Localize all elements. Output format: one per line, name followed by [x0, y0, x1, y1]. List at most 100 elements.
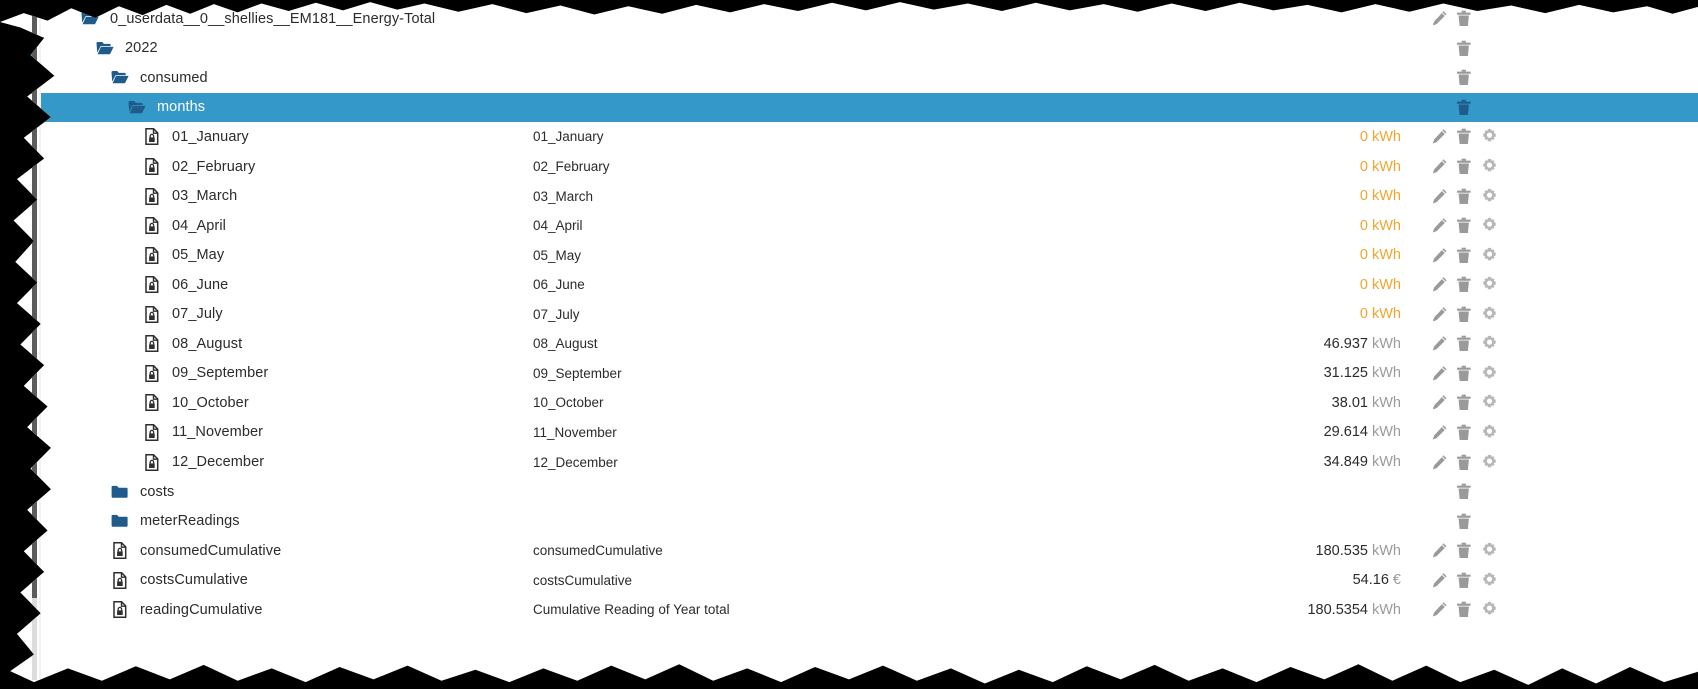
file-locked-icon: [141, 275, 163, 295]
trash-icon[interactable]: [1456, 247, 1473, 264]
tree-row-actions: [1431, 69, 1511, 86]
tree-row[interactable]: 12_December 12_December 34.849 kWh: [41, 447, 1698, 477]
gear-icon[interactable]: [1481, 572, 1498, 589]
tree-row[interactable]: costsCumulative costsCumulative 54.16 €: [41, 565, 1698, 595]
tree-row-description: 04_April: [533, 218, 583, 234]
trash-icon[interactable]: [1456, 158, 1473, 175]
tree-row-label: 2022: [125, 40, 158, 57]
pencil-icon[interactable]: [1431, 128, 1448, 145]
tree-row-name-cell: readingCumulative: [41, 600, 533, 620]
pencil-icon[interactable]: [1431, 424, 1448, 441]
tree-row[interactable]: readingCumulative Cumulative Reading of Y…: [41, 595, 1698, 625]
tree-row[interactable]: 02_February 02_February 0 kWh: [41, 152, 1698, 182]
trash-icon[interactable]: [1456, 454, 1473, 471]
tree-row-name-cell: 08_August: [41, 334, 533, 354]
tree-row[interactable]: 2022: [41, 34, 1698, 64]
tree-row[interactable]: 04_April 04_April 0 kWh: [41, 211, 1698, 241]
trash-icon[interactable]: [1456, 40, 1473, 57]
pencil-icon[interactable]: [1431, 601, 1448, 618]
tree-row-value: 0 kWh: [1141, 129, 1401, 145]
trash-icon[interactable]: [1456, 394, 1473, 411]
gear-icon[interactable]: [1481, 217, 1498, 234]
gear-icon[interactable]: [1481, 542, 1498, 559]
gear-icon[interactable]: [1481, 394, 1498, 411]
pencil-icon[interactable]: [1431, 188, 1448, 205]
tree-row[interactable]: 03_March 03_March 0 kWh: [41, 181, 1698, 211]
pencil-icon[interactable]: [1431, 572, 1448, 589]
tree-row-name-cell: 11_November: [41, 422, 533, 442]
tree-row-actions: [1431, 188, 1511, 205]
file-locked-icon: [141, 127, 163, 147]
pencil-icon[interactable]: [1431, 542, 1448, 559]
trash-icon[interactable]: [1456, 69, 1473, 86]
tree-row-label: months: [157, 99, 206, 116]
tree-row[interactable]: 10_October 10_October 38.01 kWh: [41, 388, 1698, 418]
tree-row[interactable]: costs: [41, 477, 1698, 507]
pencil-icon[interactable]: [1431, 454, 1448, 471]
tree-row-description: 02_February: [533, 159, 610, 175]
pencil-icon[interactable]: [1431, 217, 1448, 234]
trash-icon[interactable]: [1456, 335, 1473, 352]
gear-icon[interactable]: [1481, 454, 1498, 471]
trash-icon[interactable]: [1456, 188, 1473, 205]
tree-row-label: 04_April: [172, 217, 226, 234]
trash-icon[interactable]: [1456, 483, 1473, 500]
tree-row-value: 180.535 kWh: [1141, 543, 1401, 559]
trash-icon[interactable]: [1456, 276, 1473, 293]
pencil-icon[interactable]: [1431, 306, 1448, 323]
tree-row[interactable]: 0_userdata__0__shellies__EM181__Energy-T…: [41, 4, 1698, 34]
trash-icon[interactable]: [1456, 306, 1473, 323]
gear-icon[interactable]: [1481, 128, 1498, 145]
gear-icon[interactable]: [1481, 424, 1498, 441]
pencil-icon[interactable]: [1431, 365, 1448, 382]
pencil-icon[interactable]: [1431, 10, 1448, 27]
tree-row[interactable]: consumed: [41, 63, 1698, 93]
gear-icon[interactable]: [1481, 306, 1498, 323]
tree-row[interactable]: consumedCumulative consumedCumulative 180.…: [41, 536, 1698, 566]
trash-icon[interactable]: [1456, 365, 1473, 382]
pencil-icon[interactable]: [1431, 394, 1448, 411]
gear-icon[interactable]: [1481, 247, 1498, 264]
trash-icon[interactable]: [1456, 128, 1473, 145]
trash-icon[interactable]: [1456, 542, 1473, 559]
trash-icon[interactable]: [1456, 513, 1473, 530]
tree-row[interactable]: 07_July 07_July 0 kWh: [41, 300, 1698, 330]
tree-row[interactable]: 11_November 11_November 29.614 kWh: [41, 418, 1698, 448]
gear-icon[interactable]: [1481, 335, 1498, 352]
tree-row[interactable]: 06_June 06_June 0 kWh: [41, 270, 1698, 300]
gear-icon[interactable]: [1481, 276, 1498, 293]
gear-icon[interactable]: [1481, 365, 1498, 382]
pencil-icon[interactable]: [1431, 276, 1448, 293]
tree-row[interactable]: 09_September 09_September 31.125 kWh: [41, 359, 1698, 389]
value-unit: kWh: [1372, 424, 1401, 441]
trash-icon[interactable]: [1456, 572, 1473, 589]
tree-row[interactable]: 05_May 05_May 0 kWh: [41, 240, 1698, 270]
tree-row[interactable]: 08_August 08_August 46.937 kWh: [41, 329, 1698, 359]
tree-row-value: 0 kWh: [1141, 306, 1401, 322]
tree-row-description: 07_July: [533, 306, 580, 322]
gear-icon[interactable]: [1481, 601, 1498, 618]
value-number: 0: [1359, 247, 1368, 264]
trash-icon[interactable]: [1456, 424, 1473, 441]
gear-icon[interactable]: [1481, 158, 1498, 175]
pencil-icon[interactable]: [1431, 158, 1448, 175]
tree-row[interactable]: 01_January 01_January 0 kWh: [41, 122, 1698, 152]
tree-row-label: 06_June: [172, 276, 229, 293]
tree-row[interactable]: months: [41, 92, 1698, 123]
tree-row-name-cell: 10_October: [41, 393, 533, 413]
folder-closed-icon: [109, 482, 131, 502]
tree-row-label: 11_November: [172, 424, 264, 441]
vertical-scrollbar-thumb[interactable]: [32, 8, 37, 598]
pencil-icon[interactable]: [1431, 335, 1448, 352]
gear-icon[interactable]: [1481, 188, 1498, 205]
pencil-icon[interactable]: [1431, 247, 1448, 264]
tree-row-name-cell: 09_September: [41, 363, 533, 383]
tree-row[interactable]: meterReadings: [41, 506, 1698, 536]
trash-icon[interactable]: [1456, 10, 1473, 27]
trash-icon[interactable]: [1456, 217, 1473, 234]
tree-row-description: 01_January: [533, 129, 604, 145]
tree-row-name-cell: costs: [41, 482, 533, 502]
trash-icon[interactable]: [1456, 99, 1473, 116]
value-number: 0: [1359, 306, 1368, 323]
trash-icon[interactable]: [1456, 601, 1473, 618]
